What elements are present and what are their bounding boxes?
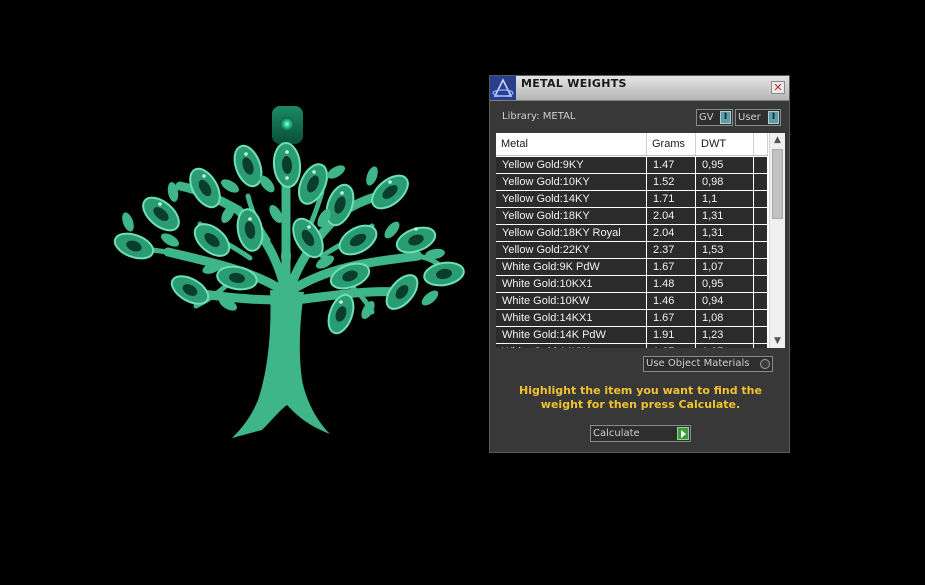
cell-extra [754, 191, 768, 207]
table-row[interactable]: White Gold:9K PdW 1.67 1,07 [496, 259, 768, 275]
cell-metal: Yellow Gold:22KY [496, 242, 647, 258]
table-row[interactable]: Yellow Gold:22KY 2.37 1,53 [496, 242, 768, 258]
table-scrollbar[interactable]: ▲ ▼ [769, 133, 785, 348]
cell-dwt: 0,95 [696, 276, 754, 292]
cell-grams: 1.91 [647, 327, 696, 343]
table-row[interactable]: Yellow Gold:18KY Royal 2.04 1,31 [496, 225, 768, 241]
calculate-label: Calculate [593, 428, 640, 439]
table-row[interactable]: White Gold:14KX1 1.67 1,08 [496, 310, 768, 326]
gv-toggle-label: GV [699, 112, 714, 123]
column-header-dwt[interactable]: DWT [696, 133, 754, 155]
table-row[interactable]: Yellow Gold:14KY 1.71 1,1 [496, 191, 768, 207]
cell-grams: 1.48 [647, 276, 696, 292]
panel-title: METAL WEIGHTS [521, 77, 627, 90]
cell-grams: 1.67 [647, 259, 696, 275]
cell-grams: 2.04 [647, 225, 696, 241]
use-object-materials-radio[interactable] [760, 359, 770, 369]
panel-titlebar[interactable]: METAL WEIGHTS ✕ [490, 76, 789, 101]
tree-pendant-model[interactable] [111, 106, 465, 438]
cell-grams: 1.67 [647, 344, 696, 348]
cell-extra [754, 208, 768, 224]
cell-grams: 2.37 [647, 242, 696, 258]
cell-grams: 1.47 [647, 157, 696, 173]
table-row[interactable]: White Gold:14KW1.671,07 [496, 344, 768, 348]
cell-dwt: 1,07 [696, 344, 754, 348]
calculate-button[interactable]: Calculate [590, 425, 691, 442]
scroll-down-icon[interactable]: ▼ [770, 334, 785, 348]
table-row[interactable]: Yellow Gold:18KY 2.04 1,31 [496, 208, 768, 224]
cell-metal: Yellow Gold:18KY Royal [496, 225, 647, 241]
cell-dwt: 1,08 [696, 310, 754, 326]
cell-grams: 1.52 [647, 174, 696, 190]
table-row[interactable]: White Gold:10KX1 1.48 0,95 [496, 276, 768, 292]
table-row[interactable]: White Gold:10KW 1.46 0,94 [496, 293, 768, 309]
cell-dwt: 1,31 [696, 225, 754, 241]
cell-extra [754, 225, 768, 241]
gv-toggle-knob: I [720, 111, 731, 124]
cell-metal: White Gold:10KW [496, 293, 647, 309]
table-row[interactable]: Yellow Gold:9KY 1.47 0,95 [496, 157, 768, 173]
cell-dwt: 0,98 [696, 174, 754, 190]
cell-extra [754, 242, 768, 258]
cell-metal: Yellow Gold:10KY [496, 174, 647, 190]
library-label: Library: METAL [502, 111, 576, 122]
column-header-metal[interactable]: Metal [496, 133, 647, 155]
scrollbar-thumb[interactable] [772, 149, 783, 219]
table-row[interactable]: Yellow Gold:10KY 1.52 0,98 [496, 174, 768, 190]
cell-metal: Yellow Gold:9KY [496, 157, 647, 173]
cell-metal: White Gold:14KW [496, 344, 647, 348]
close-button[interactable]: ✕ [771, 81, 785, 94]
cell-extra [754, 174, 768, 190]
play-arrow-icon [677, 427, 689, 440]
cell-grams: 1.67 [647, 310, 696, 326]
app-logo-icon [490, 76, 516, 100]
table-row[interactable]: White Gold:14K PdW 1.91 1,23 [496, 327, 768, 343]
scroll-up-icon[interactable]: ▲ [770, 133, 785, 147]
cell-extra [754, 310, 768, 326]
cell-dwt: 1,07 [696, 259, 754, 275]
use-object-materials-option[interactable]: Use Object Materials [643, 356, 773, 372]
cell-metal: Yellow Gold:18KY [496, 208, 647, 224]
metal-table: Metal Grams DWT Yellow Gold:9KY 1.47 0,95 Y… [496, 133, 785, 348]
cell-grams: 1.46 [647, 293, 696, 309]
column-header-grams[interactable]: Grams [647, 133, 696, 155]
column-header-extra [754, 133, 768, 155]
cell-dwt: 0,95 [696, 157, 754, 173]
use-object-materials-label: Use Object Materials [646, 358, 750, 369]
metal-weights-panel: METAL WEIGHTS ✕ Library: METAL GV I User… [489, 75, 790, 453]
instruction-text: Highlight the item you want to find the … [519, 384, 762, 411]
cell-extra [754, 276, 768, 292]
cell-grams: 2.04 [647, 208, 696, 224]
cell-extra [754, 327, 768, 343]
table-header: Metal Grams DWT [496, 133, 768, 156]
user-toggle-knob: I [768, 111, 779, 124]
cell-extra [754, 157, 768, 173]
cell-metal: White Gold:10KX1 [496, 276, 647, 292]
user-toggle-label: User [738, 112, 761, 123]
cell-metal: White Gold:14K PdW [496, 327, 647, 343]
cell-dwt: 0,94 [696, 293, 754, 309]
user-toggle[interactable]: User I [735, 109, 781, 126]
cell-extra [754, 293, 768, 309]
cell-dwt: 1,1 [696, 191, 754, 207]
cell-dwt: 1,31 [696, 208, 754, 224]
cell-extra [754, 344, 768, 348]
cell-metal: White Gold:14KX1 [496, 310, 647, 326]
cell-dwt: 1,23 [696, 327, 754, 343]
cell-grams: 1.71 [647, 191, 696, 207]
cell-extra [754, 259, 768, 275]
cell-dwt: 1,53 [696, 242, 754, 258]
close-icon: ✕ [773, 81, 783, 94]
cell-metal: White Gold:9K PdW [496, 259, 647, 275]
cell-metal: Yellow Gold:14KY [496, 191, 647, 207]
table-rows: Yellow Gold:9KY 1.47 0,95 Yellow Gold:10KY 1… [496, 157, 768, 348]
gv-toggle[interactable]: GV I [696, 109, 733, 126]
